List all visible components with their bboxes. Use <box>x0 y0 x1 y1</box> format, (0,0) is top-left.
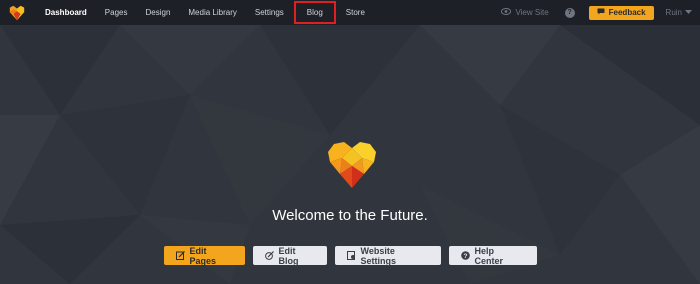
edit-blog-label: Edit Blog <box>278 245 299 266</box>
view-site-label: View Site <box>515 8 549 17</box>
website-settings-label: Website Settings <box>360 245 397 266</box>
help-center-label: Help Center <box>474 245 504 266</box>
eye-icon <box>501 8 512 17</box>
nav-item-store[interactable]: Store <box>337 0 374 25</box>
chat-bubble-icon <box>597 8 605 17</box>
heart-logo-icon <box>328 142 376 188</box>
edit-blog-icon <box>264 251 274 260</box>
website-settings-button[interactable]: Website Settings <box>334 245 441 266</box>
edit-pages-label: Edit Pages <box>189 245 217 266</box>
svg-text:?: ? <box>463 253 467 260</box>
nav-item-dashboard[interactable]: Dashboard <box>36 0 96 25</box>
view-site-link[interactable]: View Site <box>501 8 549 17</box>
top-navigation-bar: Dashboard Pages Design Media Library Set… <box>0 0 700 25</box>
nav-item-media-library[interactable]: Media Library <box>179 0 245 25</box>
help-icon[interactable]: ? <box>564 7 575 18</box>
user-menu[interactable]: Ruin <box>666 8 692 17</box>
nav-item-settings[interactable]: Settings <box>246 0 293 25</box>
app-logo-icon[interactable] <box>0 0 34 25</box>
help-center-button[interactable]: ? Help Center <box>448 245 537 266</box>
main-nav: Dashboard Pages Design Media Library Set… <box>36 0 374 25</box>
action-buttons: Edit Pages Edit Blog Website Settings ? … <box>0 245 700 266</box>
nav-item-design[interactable]: Design <box>136 0 179 25</box>
feedback-label: Feedback <box>608 8 646 17</box>
nav-item-pages[interactable]: Pages <box>96 0 137 25</box>
chevron-down-icon <box>685 8 692 17</box>
settings-doc-icon <box>346 251 356 260</box>
edit-blog-button[interactable]: Edit Blog <box>252 245 327 266</box>
feedback-button[interactable]: Feedback <box>588 5 654 20</box>
nav-item-blog[interactable]: Blog <box>293 0 337 25</box>
edit-pages-button[interactable]: Edit Pages <box>163 245 245 266</box>
user-name: Ruin <box>665 8 682 17</box>
edit-icon <box>175 251 185 260</box>
question-circle-icon: ? <box>460 251 470 260</box>
welcome-heading: Welcome to the Future. <box>272 207 428 224</box>
topbar-right: View Site ? Feedback Ruin <box>501 0 700 25</box>
